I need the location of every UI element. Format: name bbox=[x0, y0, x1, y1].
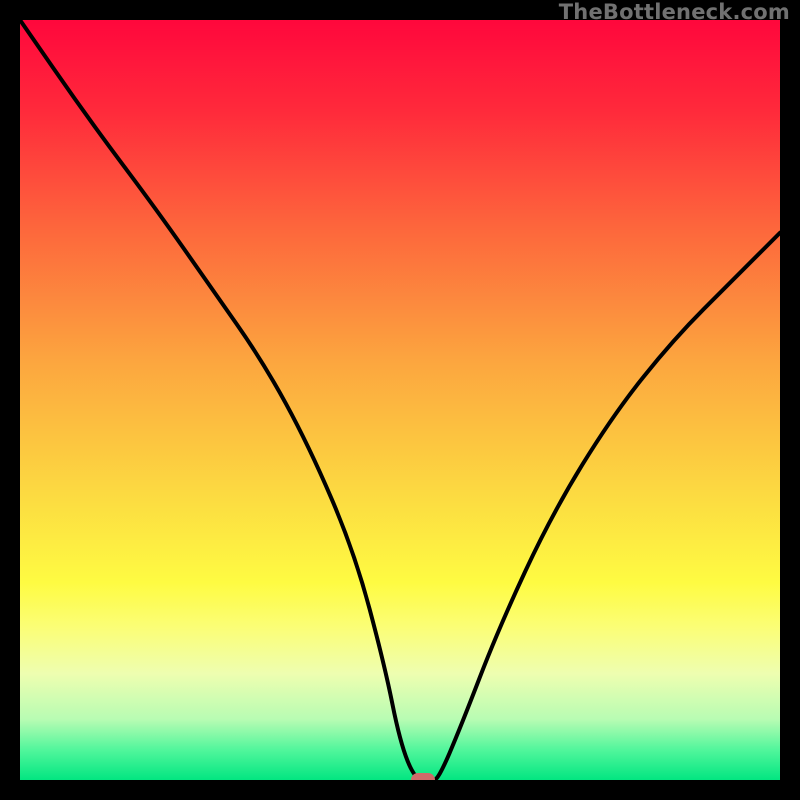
watermark-text: TheBottleneck.com bbox=[559, 0, 790, 24]
plot-area bbox=[20, 20, 780, 780]
bottleneck-curve bbox=[20, 20, 780, 780]
curve-layer bbox=[20, 20, 780, 780]
chart-stage: TheBottleneck.com bbox=[0, 0, 800, 800]
minimum-marker bbox=[411, 773, 435, 780]
